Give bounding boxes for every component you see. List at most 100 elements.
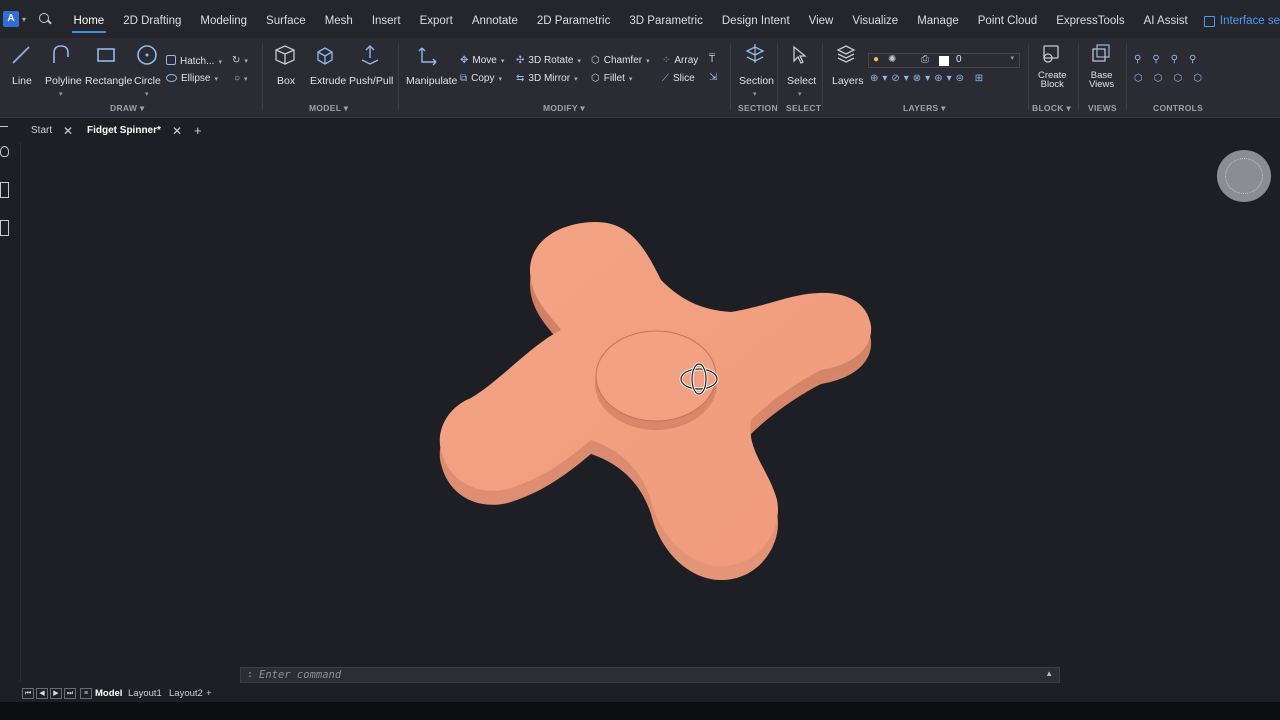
tab-layout1[interactable]: Layout1 <box>128 688 162 699</box>
close-start-tab-icon[interactable]: ✕ <box>63 124 73 138</box>
rectangle-button[interactable]: Rectangle <box>85 75 132 87</box>
text-style-icon[interactable]: T̅ <box>709 54 715 65</box>
copy-icon: ⧉ <box>460 73 468 84</box>
tab-ai-assist[interactable]: AI Assist <box>1134 0 1197 38</box>
doc-menu-icon[interactable] <box>0 126 8 127</box>
arc-icon: ↻ <box>232 55 241 66</box>
select-group-label: SELECT <box>786 103 822 113</box>
ellipse-caret-icon: ▾ <box>214 76 218 83</box>
move-button[interactable]: ✥ Move ▾ <box>460 55 504 66</box>
command-history-caret-icon[interactable]: ▲ <box>1045 669 1053 678</box>
chamfer-button[interactable]: ⬡ Chamfer ▾ <box>591 55 650 66</box>
3d-mirror-button[interactable]: ⇆ 3D Mirror ▾ <box>516 73 578 84</box>
line-button[interactable]: Line <box>12 75 32 87</box>
fillet-icon: ⬡ <box>591 73 600 84</box>
section-button[interactable]: Section <box>739 75 774 87</box>
array-button[interactable]: ⁘ Array <box>662 55 698 66</box>
tab-modeling[interactable]: Modeling <box>191 0 257 38</box>
tab-expresstools[interactable]: ExpressTools <box>1047 0 1134 38</box>
app-menu-caret-icon[interactable]: ▾ <box>22 15 26 24</box>
command-input[interactable] <box>259 668 1029 682</box>
tab-start[interactable]: Start <box>31 125 52 136</box>
add-layout-icon[interactable]: + <box>206 688 212 699</box>
section-caret-icon[interactable]: ▾ <box>753 90 757 98</box>
views-group-label: VIEWS <box>1088 103 1117 113</box>
view-navigation-cube[interactable] <box>1217 150 1271 202</box>
tab-2d-drafting[interactable]: 2D Drafting <box>114 0 191 38</box>
controls-row-2[interactable]: ⬡⬡⬡⬡ <box>1134 73 1213 84</box>
circle-caret-icon[interactable]: ▾ <box>145 90 149 98</box>
last-layout-icon[interactable]: ⏭ <box>64 688 76 699</box>
arc-button[interactable]: ↻ ▾ <box>232 55 248 66</box>
manipulate-button[interactable]: Manipulate <box>406 75 457 87</box>
manipulate-icon <box>418 47 437 66</box>
tab-view[interactable]: View <box>799 0 843 38</box>
interface-settings-button[interactable]: Interface se <box>1203 15 1280 27</box>
mirror-caret-icon: ▾ <box>574 76 578 83</box>
tab-annotate[interactable]: Annotate <box>462 0 527 38</box>
push-pull-button[interactable]: Push/Pull <box>349 75 393 87</box>
tab-manage[interactable]: Manage <box>908 0 969 38</box>
menu-bar: A ▾ Home 2D Drafting Modeling Surface Mesh In… <box>0 0 1280 38</box>
new-tab-icon[interactable]: + <box>194 123 202 138</box>
structure-panel-icon[interactable] <box>0 182 9 198</box>
tab-mesh[interactable]: Mesh <box>315 0 362 38</box>
3d-rotate-button[interactable]: ✣ 3D Rotate ▾ <box>516 55 581 66</box>
prev-layout-icon[interactable]: ◀ <box>36 688 48 699</box>
polyline-button[interactable]: Polyline <box>45 75 82 87</box>
extrude-icon <box>317 47 333 65</box>
polyline-caret-icon[interactable]: ▾ <box>59 90 63 98</box>
layer-dropdown[interactable]: ● ✺ ⎙ 0 ▾ <box>868 53 1020 68</box>
next-layout-icon[interactable]: ▶ <box>50 688 62 699</box>
select-caret-icon[interactable]: ▾ <box>798 90 802 98</box>
hint-bulb-icon[interactable] <box>0 146 9 157</box>
tab-fidget-spinner[interactable]: Fidget Spinner* <box>87 125 161 136</box>
properties-panel-icon[interactable] <box>0 220 9 236</box>
base-views-button[interactable]: Base Views <box>1089 71 1114 90</box>
app-menu-icon[interactable]: A <box>3 11 19 27</box>
box-button[interactable]: Box <box>277 75 295 87</box>
command-line: : ▲ <box>240 667 1060 683</box>
point-button[interactable]: ○ ▾ <box>234 73 248 84</box>
circle-button[interactable]: Circle <box>134 75 161 87</box>
search-icon[interactable] <box>38 12 52 26</box>
center-hub <box>595 330 717 422</box>
copy-button[interactable]: ⧉ Copy ▾ <box>460 73 502 84</box>
sun-icon: ✺ <box>888 54 897 65</box>
create-block-button[interactable]: Create Block <box>1038 71 1067 90</box>
ellipse-button[interactable]: Ellipse ▾ <box>166 73 218 84</box>
fidget-spinner-model[interactable] <box>21 142 1276 682</box>
layer-tools-row[interactable]: ⊕▾⊘▾⊗▾⊛▾⊜ ⊞ <box>870 73 987 84</box>
tab-surface[interactable]: Surface <box>257 0 316 38</box>
polyline-icon <box>53 45 69 63</box>
controls-row-1[interactable]: ⚲⚲⚲⚲ <box>1134 54 1207 65</box>
layout-list-icon[interactable]: ≡ <box>80 688 92 699</box>
tab-model[interactable]: Model <box>95 688 122 699</box>
layers-group-label: LAYERS ▾ <box>903 103 946 113</box>
select-button[interactable]: Select <box>787 75 816 87</box>
circle-icon <box>137 45 157 65</box>
hatch-button[interactable]: Hatch... ▾ <box>166 55 222 67</box>
rotate-caret-icon: ▾ <box>577 58 581 65</box>
model-viewport[interactable] <box>20 142 1275 682</box>
tab-home[interactable]: Home <box>64 0 114 38</box>
arc-caret-icon: ▾ <box>244 58 248 65</box>
tab-3d-parametric[interactable]: 3D Parametric <box>620 0 713 38</box>
explode-icon[interactable]: ⇲ <box>709 72 717 83</box>
tab-point-cloud[interactable]: Point Cloud <box>968 0 1046 38</box>
tab-visualize[interactable]: Visualize <box>843 0 908 38</box>
printer-icon: ⎙ <box>921 54 929 65</box>
tab-layout2[interactable]: Layout2 <box>169 688 203 699</box>
slice-button[interactable]: ⟋ Slice <box>662 73 695 84</box>
first-layout-icon[interactable]: ⏮ <box>22 688 34 699</box>
tab-2d-parametric[interactable]: 2D Parametric <box>527 0 620 38</box>
select-cursor-icon <box>793 45 807 64</box>
fillet-button[interactable]: ⬡ Fillet ▾ <box>591 73 632 84</box>
tab-design-intent[interactable]: Design Intent <box>712 0 799 38</box>
interface-label: Interface se <box>1219 15 1280 27</box>
layers-button[interactable]: Layers <box>832 75 864 87</box>
close-fidget-tab-icon[interactable]: ✕ <box>172 124 182 138</box>
tab-insert[interactable]: Insert <box>362 0 410 38</box>
tab-export[interactable]: Export <box>410 0 462 38</box>
extrude-button[interactable]: Extrude <box>310 75 346 87</box>
